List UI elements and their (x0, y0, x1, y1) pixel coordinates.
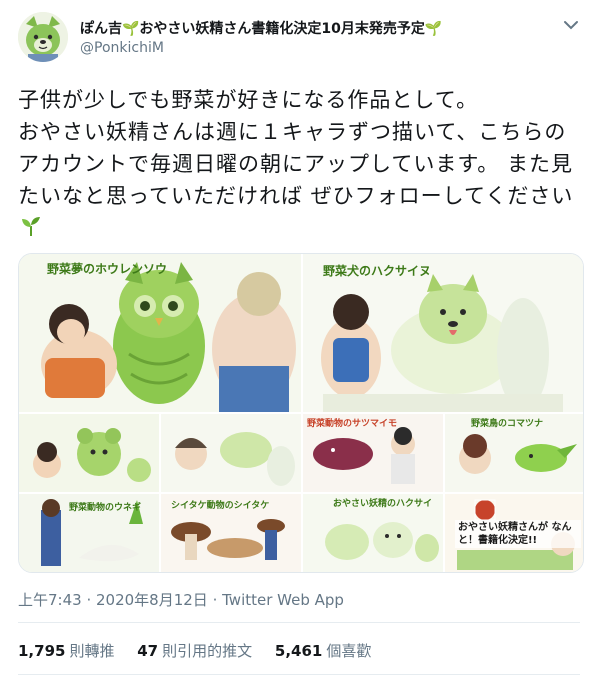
spinach-owl-illustration (19, 254, 301, 412)
tweet-meta: 上午7:43 · 2020年8月12日 · Twitter Web App (18, 589, 344, 610)
tweet-header: ぽん吉🌱おやさい妖精さん書籍化決定10月末発売予定🌱 @PonkichiM (18, 12, 580, 62)
divider (18, 622, 580, 623)
display-name[interactable]: ぽん吉🌱おやさい妖精さん書籍化決定10月末発売予定🌱 (80, 18, 442, 38)
media-panel-sweet-potato: 野菜動物のサツマイモ (303, 414, 443, 492)
panel-title: おやさい妖精のハクサイ (333, 499, 433, 509)
cabbage-bird-illustration (161, 414, 301, 492)
likes-label: 個喜歡 (326, 642, 372, 660)
divider (18, 674, 580, 675)
retweets-stat[interactable]: 1,795 則轉推 (18, 642, 114, 660)
panel-title: 野菜夢のホウレンソウ (47, 262, 168, 276)
media-panel-cabbage-dog: 野菜犬のハクサイヌ (303, 254, 583, 412)
meta-separator: · (212, 591, 223, 609)
likes-stat[interactable]: 5,461 個喜歡 (275, 642, 371, 660)
media-panel-spinach: 野菜夢のホウレンソウ (19, 254, 301, 412)
panel-title: 野菜鳥のコマツナ (471, 419, 544, 429)
quotes-stat[interactable]: 47 則引用的推文 (137, 642, 252, 660)
dog-avatar-icon (18, 12, 68, 62)
tweet-body: 子供が少しでも野菜が好きになる作品として。 おやさい妖精さんは週に１キャラずつ描… (18, 88, 574, 208)
panel-title: 野菜動物のウネギ (69, 503, 142, 513)
timestamp[interactable]: 上午7:43 · 2020年8月12日 (18, 591, 208, 609)
chevron-down-icon[interactable] (562, 16, 580, 34)
user-handle[interactable]: @PonkichiM (80, 40, 164, 56)
broccoli-bear-illustration (19, 414, 159, 492)
media-collage[interactable]: 野菜夢のホウレンソウ 野菜犬のハクサイヌ 野菜動物のサツマイモ 野菜鳥のコマツナ… (18, 253, 584, 573)
source-app[interactable]: Twitter Web App (222, 591, 344, 609)
media-panel-shiitake: シイタケ動物のシイタケ (161, 494, 301, 572)
panel-title: 野菜動物のサツマイモ (307, 419, 398, 429)
quotes-count: 47 (137, 642, 159, 660)
tweet-stats: 1,795 則轉推 47 則引用的推文 5,461 個喜歡 (18, 640, 389, 661)
media-panel-book-announcement: おやさい妖精さんが なんと！書籍化決定!! (445, 494, 583, 572)
panel-title: 野菜犬のハクサイヌ (323, 264, 432, 278)
media-panel-green-onion: 野菜動物のウネギ (19, 494, 159, 572)
media-panel-cabbage-fairy: おやさい妖精のハクサイ (303, 494, 443, 572)
sprout-icon (22, 217, 40, 236)
likes-count: 5,461 (274, 642, 323, 660)
retweets-count: 1,795 (18, 642, 66, 660)
tweet-text: 子供が少しでも野菜が好きになる作品として。 おやさい妖精さんは週に１キャラずつ描… (18, 84, 580, 244)
retweets-label: 則轉推 (69, 642, 115, 660)
media-panel-broccoli-bear (19, 414, 159, 492)
avatar[interactable] (18, 12, 68, 62)
book-announcement-caption: おやさい妖精さんが なんと！書籍化決定!! (455, 520, 581, 548)
media-panel-cabbage-bird (161, 414, 301, 492)
media-panel-komatsuna-bird: 野菜鳥のコマツナ (445, 414, 583, 492)
panel-title: シイタケ動物のシイタケ (171, 501, 270, 511)
quotes-label: 則引用的推文 (162, 642, 253, 660)
